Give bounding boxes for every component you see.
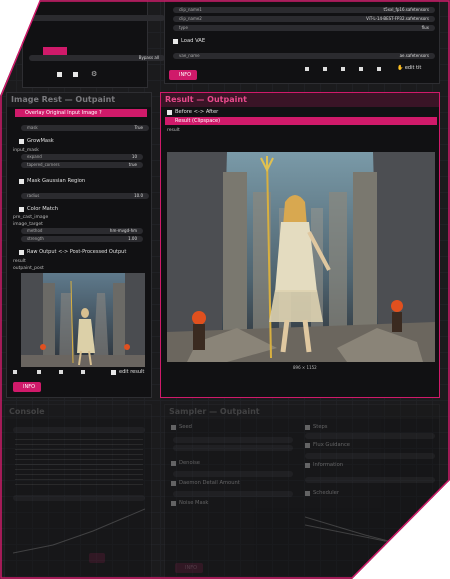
clip-name2-widget[interactable]: clip_name2 ViT-L-14-BEST-FP32.safetensors <box>173 16 435 22</box>
nav-toggle-4[interactable] <box>81 370 85 374</box>
denoise-widget[interactable] <box>173 471 293 477</box>
scheduler-toggle[interactable] <box>305 491 310 496</box>
grow-mask-toggle[interactable] <box>19 139 24 144</box>
radius-widget[interactable]: radius 10.0 <box>21 193 149 199</box>
steps-toggle[interactable] <box>305 425 310 430</box>
detail-label: Daemon Detail Amount <box>179 480 240 486</box>
mask-widget[interactable]: mask True <box>21 125 149 131</box>
toggle-b[interactable] <box>323 67 327 71</box>
color-match-toggle[interactable] <box>19 207 24 212</box>
overlay-toggle[interactable]: Overlay Original Input Image ? <box>15 109 147 117</box>
result-port[interactable]: result <box>13 259 26 264</box>
edit-result-label: edit result <box>119 369 145 375</box>
canvas[interactable]: Bypass all Bypass all ⚙ clip_name1t5xxl_… <box>0 0 450 579</box>
edit-title-label: ✋ edit tit <box>397 65 422 71</box>
grow-mask-label: GrowMask <box>27 138 54 144</box>
pre-cast-port[interactable]: pre_cast_image <box>13 215 48 220</box>
info-button-sampler[interactable]: INFO <box>175 563 204 573</box>
nav-toggle-1[interactable] <box>13 370 17 374</box>
toggle-e[interactable] <box>377 67 381 71</box>
toggle-a[interactable] <box>305 67 309 71</box>
edit-result-toggle[interactable] <box>111 370 116 375</box>
console-widget-1[interactable] <box>13 427 145 433</box>
result-output-port[interactable]: result <box>167 128 180 133</box>
console-node-title: Console <box>5 405 151 419</box>
seed-widget-1[interactable] <box>173 437 293 443</box>
clip-name1-widget[interactable]: clip_name1 t5xxl_fp16.safetensors <box>173 7 435 13</box>
steps-label: Steps <box>313 424 328 430</box>
denoise-toggle[interactable] <box>171 461 176 466</box>
raw-output-label: Raw Output <-> Post-Processed Output <box>27 249 127 255</box>
outpaint-node[interactable]: Image Rest — Outpaint Overlay Original I… <box>6 92 152 398</box>
noise-toggle[interactable] <box>171 501 176 506</box>
before-after-label: Before <-> After <box>175 109 219 115</box>
guidance-label: Flux Guidance <box>313 442 350 448</box>
detail-widget[interactable] <box>173 491 293 497</box>
bypass-widget-1[interactable] <box>29 15 165 21</box>
image-target-port[interactable]: image_target <box>13 222 43 227</box>
info-button-left[interactable]: INFO <box>13 382 42 392</box>
noise-label: Noise Mask <box>179 500 209 506</box>
console-node[interactable]: Console <box>4 404 152 579</box>
bypass-widget-2[interactable]: Bypass all <box>29 55 165 61</box>
info-label-left: INFO <box>23 384 36 390</box>
result-node[interactable]: Result — Outpaint Before <-> After Resul… <box>160 92 440 398</box>
guidance-toggle[interactable] <box>305 443 310 448</box>
toggle-2[interactable] <box>73 72 78 77</box>
detail-toggle[interactable] <box>171 481 176 486</box>
guidance-widget[interactable] <box>305 453 435 459</box>
method-widget[interactable]: method hm-mvgd-hm <box>21 228 143 234</box>
mask-blur-label: Mask Gaussian Region <box>27 178 86 184</box>
seed-label: Seed <box>179 424 192 430</box>
load-vae-label: Load VAE <box>181 38 206 44</box>
raw-output-toggle[interactable] <box>19 250 24 255</box>
result-preview-image <box>167 152 435 362</box>
load-vae-toggle[interactable] <box>173 39 178 44</box>
hand-icon: ✋ <box>397 65 404 71</box>
info-toggle[interactable] <box>305 463 310 468</box>
sampler-node-title: Sampler — Outpaint <box>165 405 439 419</box>
outpaint-post-port[interactable]: outpaint_post <box>13 266 44 271</box>
color-match-label: Color Match <box>27 206 59 212</box>
input-mask-port[interactable]: input_mask <box>13 148 39 153</box>
expand-widget[interactable]: expand 10 <box>21 154 143 160</box>
vae-name-widget[interactable]: vae_name ae.safetensors <box>173 53 435 59</box>
sampler-node[interactable]: Sampler — Outpaint Seed Denoise Daemon D… <box>164 404 440 579</box>
console-text <box>15 439 143 489</box>
type-widget[interactable]: type flux <box>173 25 435 31</box>
toggle-d[interactable] <box>359 67 363 71</box>
toggle-1[interactable] <box>57 72 62 77</box>
tapered-widget[interactable]: tapered_corners true <box>21 162 143 168</box>
steps-widget[interactable] <box>305 433 435 439</box>
result-clipspace-toggle[interactable]: Result (Clipspace) <box>165 117 437 125</box>
image-size-caption: 896 × 1152 <box>293 365 317 370</box>
scheduler-label: Scheduler <box>313 490 339 496</box>
nav-toggle-3[interactable] <box>59 370 63 374</box>
information-label: Information <box>313 462 344 468</box>
toggle-c[interactable] <box>341 67 345 71</box>
top-right-node[interactable]: clip_name1 t5xxl_fp16.safetensors clip_na… <box>164 0 440 84</box>
before-after-toggle[interactable] <box>167 110 172 115</box>
console-curve <box>13 508 145 554</box>
info-label: INFO <box>179 72 192 78</box>
denoise-label: Denoise <box>179 460 200 466</box>
seed-toggle[interactable] <box>171 425 176 430</box>
pink-tab <box>43 47 67 55</box>
console-widget-2[interactable] <box>13 495 145 501</box>
sampler-info-label: INFO <box>185 565 198 571</box>
seed-widget-2[interactable] <box>173 445 293 451</box>
info-button-top[interactable]: INFO <box>169 70 198 80</box>
nav-toggle-2[interactable] <box>37 370 41 374</box>
outpaint-preview-image <box>21 273 145 367</box>
outpaint-node-title: Image Rest — Outpaint <box>7 93 151 107</box>
console-run-button[interactable] <box>89 553 105 563</box>
scheduler-curve <box>305 516 435 554</box>
mask-blur-toggle[interactable] <box>19 179 24 184</box>
top-left-node[interactable]: Bypass all Bypass all ⚙ <box>22 0 165 88</box>
strength-widget[interactable]: strength 1.00 <box>21 236 143 242</box>
information-widget[interactable] <box>305 477 435 483</box>
sliders-icon[interactable]: ⚙ <box>91 70 97 78</box>
result-node-title: Result — Outpaint <box>161 93 439 107</box>
